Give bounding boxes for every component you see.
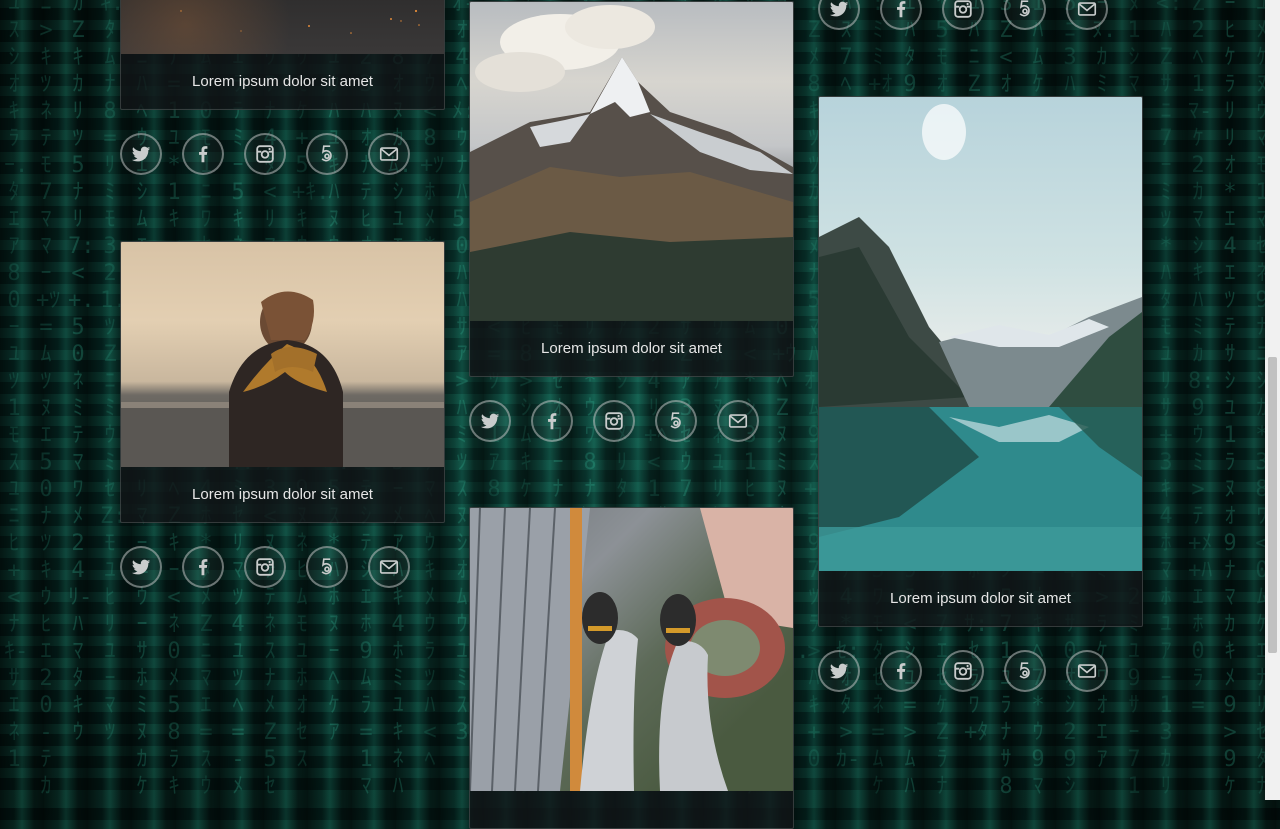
500px-icon[interactable] [1004,650,1046,692]
twitter-icon[interactable] [120,133,162,175]
card-caption: Lorem ipsum dolor sit amet [541,340,722,357]
500px-icon[interactable] [1004,0,1046,30]
mail-icon[interactable] [368,133,410,175]
twitter-icon[interactable] [120,546,162,588]
social-share-bar [818,650,1108,692]
woman-at-sea-photo [121,242,444,467]
mail-icon[interactable] [717,400,759,442]
facebook-icon[interactable] [880,0,922,30]
gallery-card[interactable]: Lorem ipsum dolor sit amet [818,96,1143,627]
500px-icon[interactable] [655,400,697,442]
instagram-icon[interactable] [244,546,286,588]
social-share-bar [120,546,410,588]
scrollbar-thumb[interactable] [1268,357,1277,653]
scrollbar-track[interactable] [1265,0,1280,800]
gallery-card[interactable] [469,507,794,829]
facebook-icon[interactable] [880,650,922,692]
500px-icon[interactable] [306,546,348,588]
mountain-peak-photo [470,2,793,321]
card-caption: Lorem ipsum dolor sit amet [890,590,1071,607]
twitter-icon[interactable] [818,0,860,30]
instagram-icon[interactable] [244,133,286,175]
gallery-card[interactable]: Lorem ipsum dolor sit amet [120,241,445,523]
night-sky-photo [121,0,444,54]
social-share-bar [120,133,410,175]
city-feet-photo [470,508,793,791]
gallery-card[interactable]: Lorem ipsum dolor sit amet [469,1,794,377]
card-caption [470,791,793,828]
social-share-bar [469,400,759,442]
facebook-icon[interactable] [531,400,573,442]
lake-mountains-photo [819,97,1142,571]
gallery-card[interactable]: Lorem ipsum dolor sit amet [120,0,445,110]
mail-icon[interactable] [368,546,410,588]
instagram-icon[interactable] [942,0,984,30]
mail-icon[interactable] [1066,0,1108,30]
instagram-icon[interactable] [942,650,984,692]
mail-icon[interactable] [1066,650,1108,692]
card-caption: Lorem ipsum dolor sit amet [192,73,373,90]
twitter-icon[interactable] [469,400,511,442]
twitter-icon[interactable] [818,650,860,692]
card-caption: Lorem ipsum dolor sit amet [192,486,373,503]
500px-icon[interactable] [306,133,348,175]
facebook-icon[interactable] [182,546,224,588]
facebook-icon[interactable] [182,133,224,175]
social-share-bar [818,0,1108,30]
instagram-icon[interactable] [593,400,635,442]
